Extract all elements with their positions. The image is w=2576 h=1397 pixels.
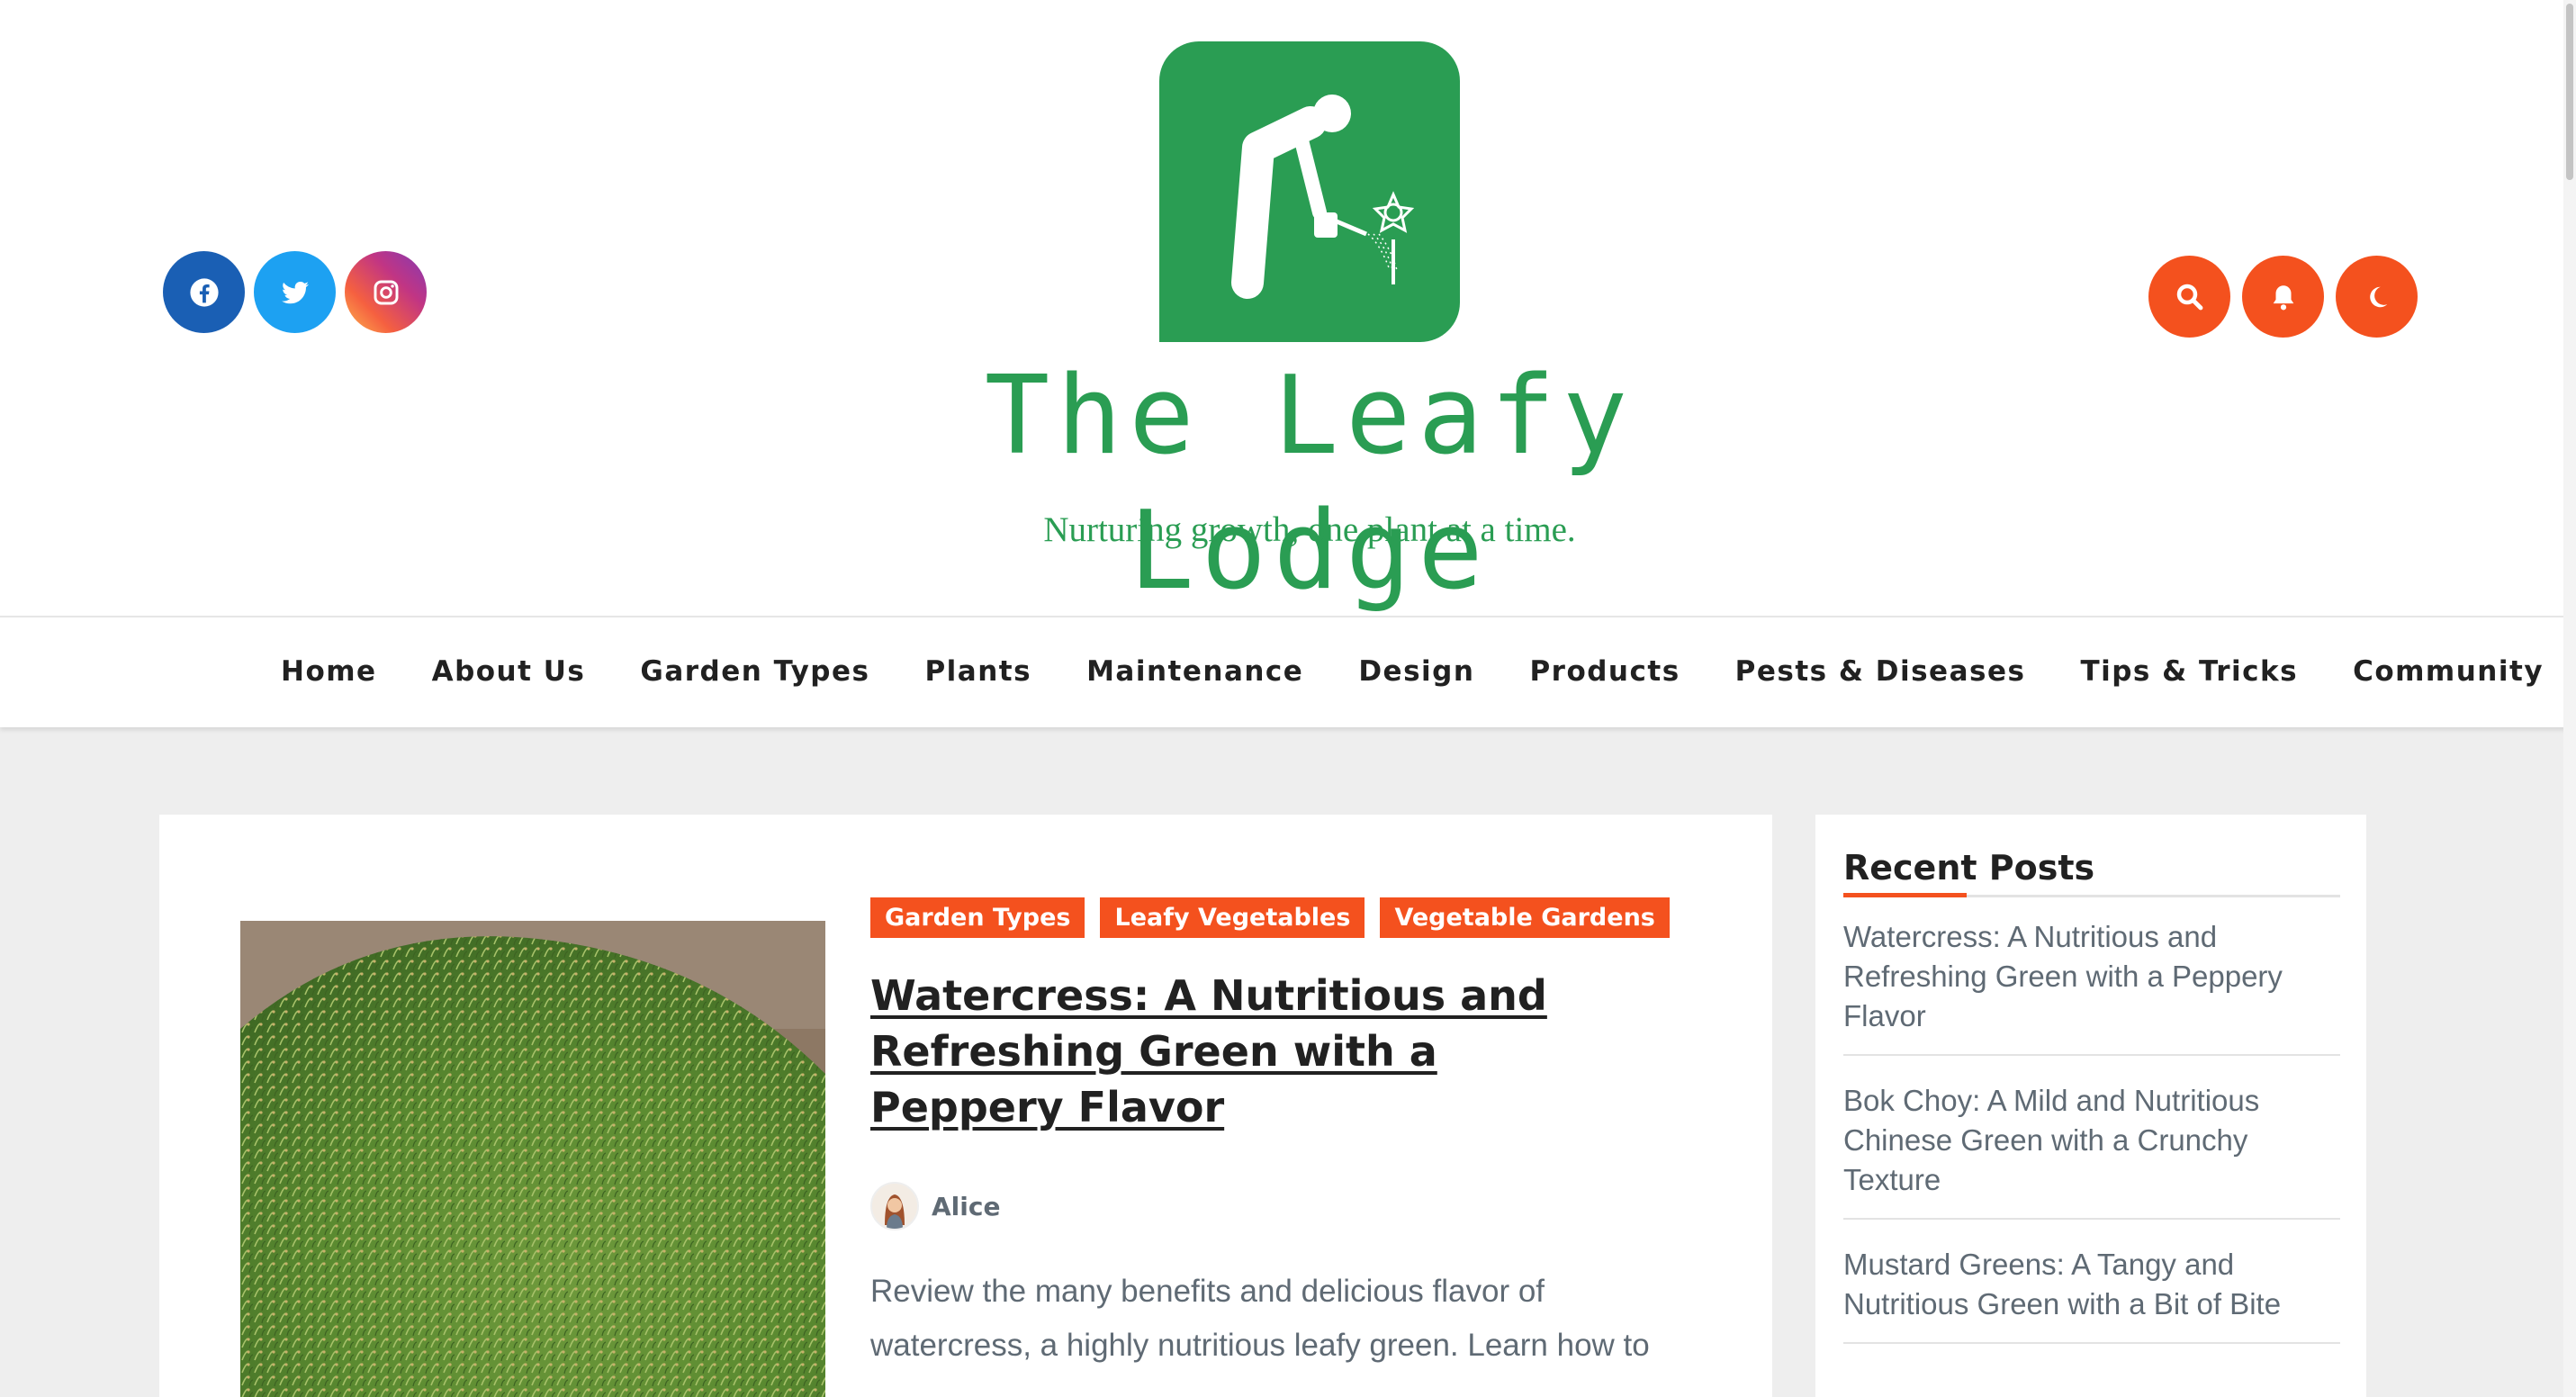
post-thumbnail[interactable] [240, 921, 825, 1397]
scrollbar-thumb[interactable] [2566, 4, 2573, 180]
nav-menu: Home About Us Garden Types Plants Mainte… [281, 617, 2544, 726]
nav-item-pests-diseases[interactable]: Pests & Diseases [1735, 655, 2026, 688]
main-navigation: Home About Us Garden Types Plants Mainte… [0, 616, 2576, 727]
site-title[interactable]: The Leafy Lodge [900, 349, 1719, 619]
instagram-icon [374, 280, 398, 304]
category-tag[interactable]: Garden Types [870, 897, 1085, 938]
heading-accent-bar [1843, 893, 1967, 897]
nav-item-tips-tricks[interactable]: Tips & Tricks [2080, 655, 2298, 688]
post-title-link[interactable]: Watercress: A Nutritious and Refreshing … [870, 968, 1644, 1135]
facebook-icon [189, 277, 219, 307]
gardener-logo-icon [1231, 95, 1415, 299]
facebook-link[interactable] [163, 251, 245, 333]
moon-icon [2369, 286, 2387, 307]
post-categories: Garden Types Leafy Vegetables Vegetable … [870, 897, 1670, 938]
recent-post-link[interactable]: Mustard Greens: A Tangy and Nutritious G… [1843, 1245, 2340, 1344]
category-tag[interactable]: Leafy Vegetables [1100, 897, 1365, 938]
sidebar: Recent Posts Watercress: A Nutritious an… [1815, 815, 2366, 1397]
site-logo[interactable] [1159, 41, 1460, 342]
recent-post-link[interactable]: Watercress: A Nutritious and Refreshing … [1843, 917, 2340, 1056]
nav-item-products[interactable]: Products [1529, 655, 1680, 688]
post-author: Alice [870, 1182, 1000, 1230]
watercress-sprouts-image [240, 921, 825, 1397]
search-button[interactable] [2148, 256, 2230, 338]
nav-item-design[interactable]: Design [1358, 655, 1474, 688]
bell-icon [2273, 284, 2293, 310]
author-name[interactable]: Alice [932, 1192, 1000, 1221]
dark-mode-toggle[interactable] [2336, 256, 2418, 338]
recent-posts-title: Recent Posts [1843, 848, 2095, 888]
twitter-icon [281, 281, 309, 303]
avatar[interactable] [870, 1182, 919, 1230]
nav-item-garden-types[interactable]: Garden Types [640, 655, 869, 688]
recent-posts-header: Recent Posts [1843, 849, 2340, 897]
site-tagline: Nurturing growth, one plant at a time. [1043, 510, 1576, 549]
recent-posts-list: Watercress: A Nutritious and Refreshing … [1843, 917, 2340, 1369]
nav-item-home[interactable]: Home [281, 655, 377, 688]
search-icon [2176, 284, 2202, 310]
nav-item-plants[interactable]: Plants [924, 655, 1031, 688]
instagram-link[interactable] [345, 251, 427, 333]
nav-item-maintenance[interactable]: Maintenance [1086, 655, 1303, 688]
category-tag[interactable]: Vegetable Gardens [1380, 897, 1670, 938]
notifications-button[interactable] [2242, 256, 2324, 338]
recent-post-link[interactable]: Bok Choy: A Mild and Nutritious Chinese … [1843, 1081, 2340, 1220]
social-links [163, 251, 427, 333]
nav-item-about-us[interactable]: About Us [432, 655, 586, 688]
header-actions [2148, 256, 2418, 338]
featured-post-card: Garden Types Leafy Vegetables Vegetable … [159, 815, 1772, 1397]
page-scrollbar[interactable] [2563, 0, 2576, 1397]
nav-item-community[interactable]: Community [2353, 655, 2544, 688]
author-avatar-icon [872, 1184, 917, 1229]
post-excerpt: Review the many benefits and delicious f… [870, 1274, 1650, 1363]
twitter-link[interactable] [254, 251, 336, 333]
site-header: The Leafy Lodge Nurturing growth, one pl… [0, 0, 2576, 616]
